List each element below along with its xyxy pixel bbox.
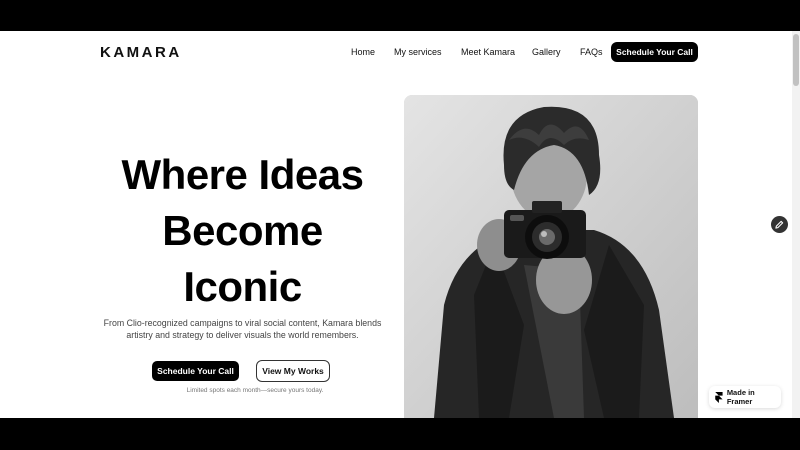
hero-title-line: Where Ideas [121,151,364,198]
hero-photo [404,95,698,418]
nav-home[interactable]: Home [351,47,375,57]
nav-meet-kamara[interactable]: Meet Kamara [461,47,515,57]
made-in-framer-label: Made in Framer [726,388,755,406]
nav-schedule-call-button[interactable]: Schedule Your Call [611,42,698,62]
edit-button[interactable] [771,216,788,233]
hero-description: From Clio-recognized campaigns to viral … [103,318,382,340]
nav-faqs[interactable]: FAQs [580,47,603,57]
hero-title-line: Become [162,207,323,254]
brand-logo[interactable]: KAMARA [100,44,182,61]
photographer-image [404,95,698,418]
hero-title-line: Iconic [183,263,302,310]
scrollbar-thumb[interactable] [793,34,799,86]
hero-title: Where Ideas Become Iconic [90,147,395,315]
hero-note: Limited spots each month—secure yours to… [186,387,324,394]
schedule-call-button[interactable]: Schedule Your Call [152,361,239,381]
framer-logo-icon [715,391,723,403]
made-in-framer-badge[interactable]: Made in Framer [709,386,781,408]
page-frame: KAMARA Home My services Meet Kamara Gall… [0,31,800,418]
nav-my-services[interactable]: My services [394,47,442,57]
nav-gallery[interactable]: Gallery [532,47,561,57]
view-works-button[interactable]: View My Works [256,360,330,382]
scrollbar[interactable] [792,31,800,418]
pencil-icon [775,220,784,229]
